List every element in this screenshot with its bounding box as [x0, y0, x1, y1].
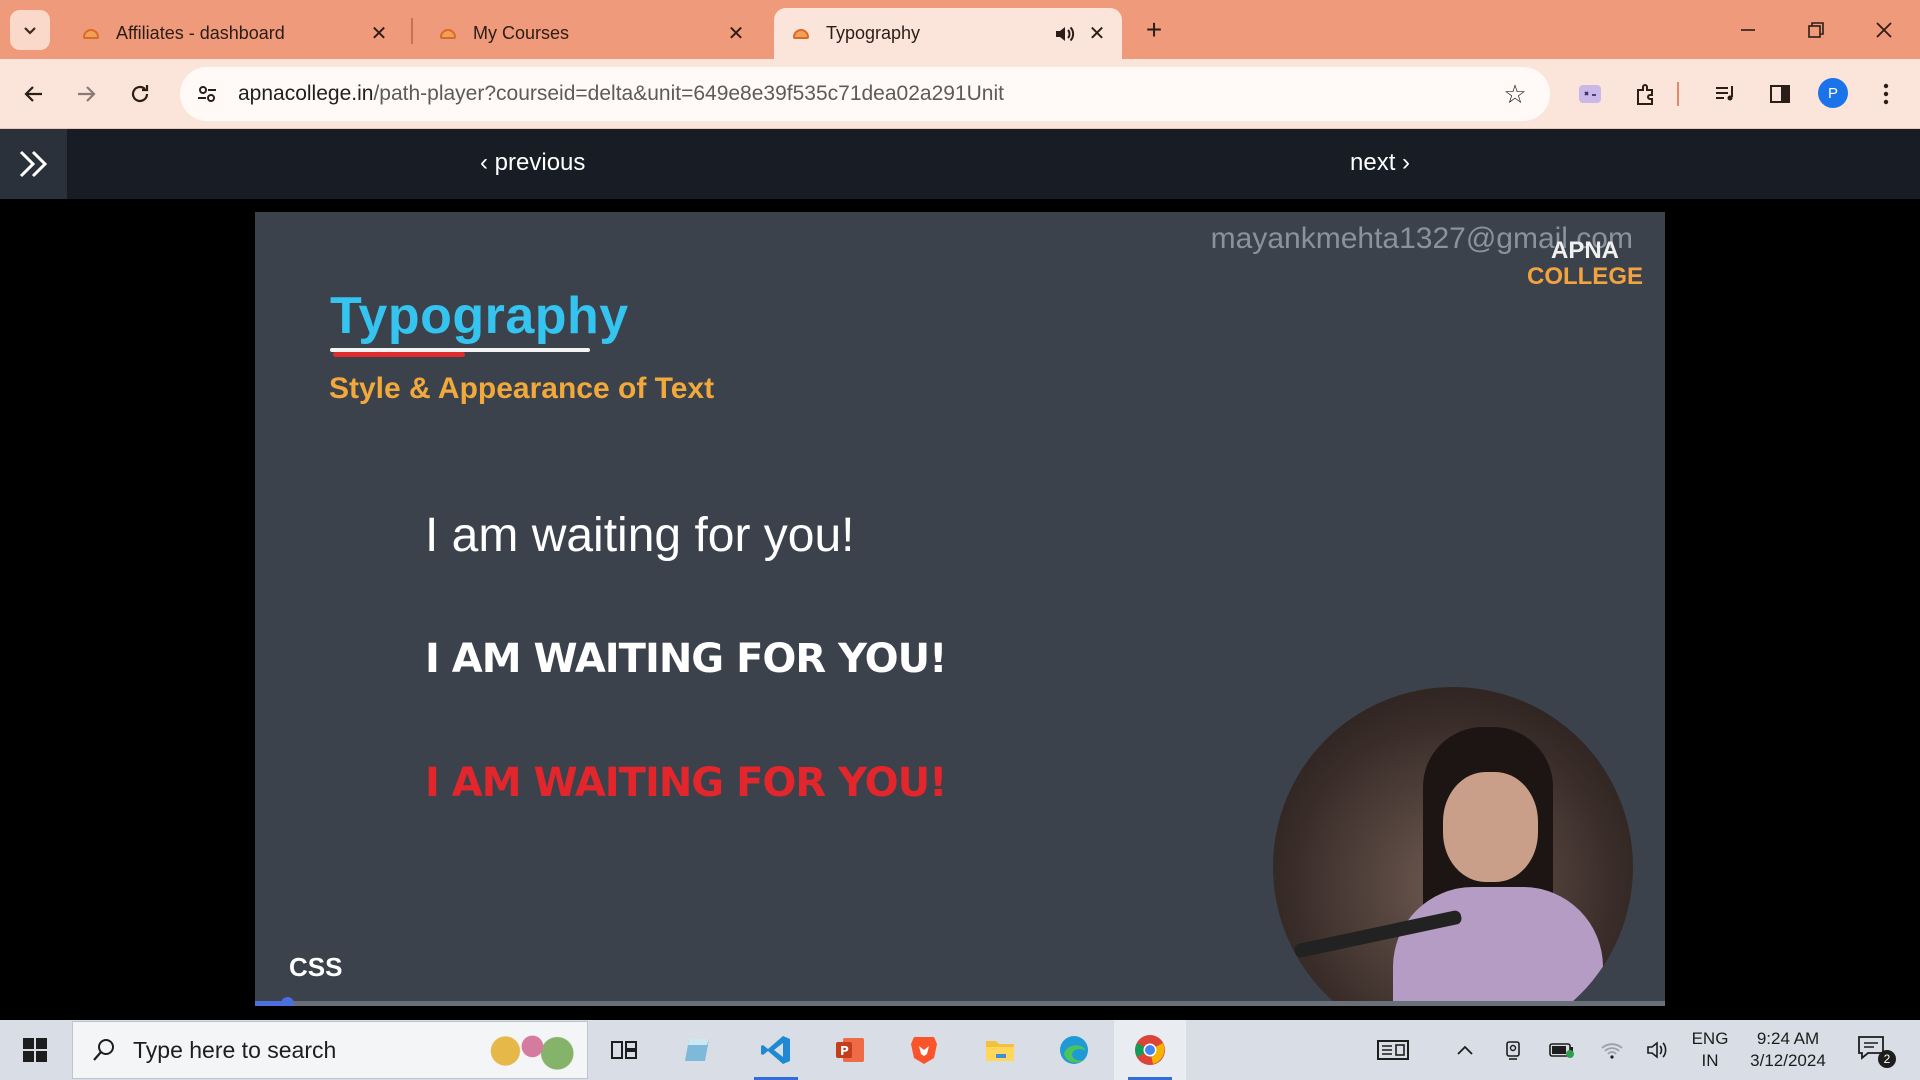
region-code: IN [1701, 1051, 1719, 1070]
site-info-button[interactable] [184, 71, 230, 117]
logo-line-2: COLLEGE [1526, 263, 1643, 290]
toolbar-separator [1672, 76, 1684, 112]
instructor-webcam [1273, 687, 1633, 1006]
example-text-decorative-red: I AM WAITING FOR YOU! [425, 760, 947, 806]
double-chevron-right-icon [19, 150, 47, 178]
chevron-down-icon [24, 27, 36, 35]
next-label: next [1350, 149, 1396, 176]
brave-icon[interactable] [888, 1020, 960, 1080]
battery-charging-icon[interactable] [1544, 1020, 1580, 1080]
file-explorer-icon[interactable] [964, 1020, 1036, 1080]
chevron-right-icon: › [1395, 149, 1411, 176]
tab-title: Typography [826, 23, 921, 43]
tab-strip: Affiliates - dashboard ✕ My Courses ✕ Ty… [0, 0, 1920, 59]
tab-search-button[interactable] [10, 10, 50, 50]
url-path: /path-player?courseid=delta&unit=649e8e3… [373, 82, 1004, 105]
close-icon [1876, 22, 1892, 38]
next-button[interactable]: next › [1350, 149, 1410, 177]
media-control-icon[interactable] [1708, 76, 1744, 112]
new-tab-button[interactable]: + [1136, 12, 1172, 48]
news-widget-icon[interactable] [1370, 1020, 1416, 1080]
windows-taskbar: Type here to search P ENG IN 9:24 AM 3/1… [0, 1020, 1920, 1080]
wifi-icon[interactable] [1594, 1020, 1630, 1080]
tune-icon [198, 86, 216, 102]
logo-line-1: APNA [1550, 237, 1619, 264]
clock-date: 3/12/2024 [1750, 1051, 1826, 1070]
apna-college-favicon-icon [790, 23, 812, 45]
notification-badge: 2 [1878, 1050, 1896, 1068]
reload-icon [131, 85, 149, 103]
clock-time: 9:24 AM [1756, 1029, 1820, 1048]
back-button[interactable] [14, 74, 54, 114]
previous-label: previous [494, 149, 586, 176]
browser-toolbar: apnacollege.in/path-player?courseid=delt… [0, 59, 1920, 129]
arrow-left-icon [24, 86, 42, 102]
url-text[interactable]: apnacollege.in/path-player?courseid=delt… [238, 82, 1004, 106]
svg-text:P: P [840, 1044, 849, 1058]
side-panel-icon[interactable] [1762, 76, 1798, 112]
taskbar-search[interactable]: Type here to search [72, 1021, 588, 1079]
reload-button[interactable] [120, 74, 160, 114]
tab-my-courses[interactable]: My Courses ✕ [421, 8, 761, 59]
previous-button[interactable]: ‹ previous [480, 149, 585, 177]
extension-puzzle-face-icon[interactable] [1572, 76, 1608, 112]
progress-handle[interactable] [281, 997, 294, 1006]
address-bar[interactable]: apnacollege.in/path-player?courseid=delt… [180, 67, 1550, 121]
expand-sidebar-button[interactable] [0, 129, 67, 199]
bookmark-star-icon[interactable]: ☆ [1500, 79, 1530, 109]
notepad-icon[interactable] [663, 1020, 735, 1080]
search-highlight-image [473, 1028, 581, 1074]
example-text-regular: I am waiting for you! [425, 509, 855, 562]
forward-button[interactable] [66, 74, 106, 114]
restore-icon [1808, 22, 1824, 38]
slide-title: Typography [330, 287, 629, 345]
vscode-icon[interactable] [740, 1020, 812, 1080]
chrome-icon[interactable] [1114, 1020, 1186, 1080]
apna-college-favicon-icon [437, 23, 459, 45]
input-language-indicator[interactable]: ENG IN [1688, 1028, 1732, 1072]
speaker-icon[interactable] [1052, 22, 1076, 46]
show-hidden-icons-chevron-up-icon[interactable] [1448, 1020, 1482, 1080]
close-window-button[interactable] [1860, 10, 1908, 50]
profile-avatar[interactable]: P [1818, 78, 1848, 108]
tab-typography[interactable]: Typography ✕ [774, 8, 1122, 59]
system-clock[interactable]: 9:24 AM 3/12/2024 [1740, 1028, 1836, 1072]
title-red-underline [333, 352, 465, 357]
menu-kebab-icon[interactable] [1868, 76, 1904, 112]
start-button[interactable] [10, 1030, 60, 1070]
apna-college-logo: APNA COLLEGE [1527, 238, 1643, 290]
close-tab-icon[interactable]: ✕ [368, 23, 390, 45]
url-host: apnacollege.in [238, 82, 374, 105]
notification-center-button[interactable]: 2 [1856, 1034, 1896, 1068]
search-icon [89, 1035, 119, 1065]
task-view-icon[interactable] [588, 1020, 660, 1080]
close-tab-icon[interactable]: ✕ [725, 23, 747, 45]
camera-privacy-icon[interactable] [1496, 1020, 1530, 1080]
minimize-button[interactable] [1724, 10, 1772, 50]
windows-logo-icon [23, 1038, 47, 1062]
restore-button[interactable] [1792, 10, 1840, 50]
language-code: ENG [1691, 1029, 1729, 1048]
minimize-icon [1741, 29, 1755, 31]
search-placeholder: Type here to search [133, 1036, 337, 1063]
progress-track[interactable] [255, 1001, 1665, 1006]
course-tag: CSS [289, 952, 343, 982]
tab-affiliates[interactable]: Affiliates - dashboard ✕ [64, 8, 404, 59]
tab-title: Affiliates - dashboard [116, 23, 285, 43]
slide-subtitle: Style & Appearance of Text [329, 372, 715, 405]
apna-college-favicon-icon [80, 23, 102, 45]
tab-separator [411, 18, 413, 44]
example-text-decorative-white: I AM WAITING FOR YOU! [425, 636, 947, 682]
course-player-nav: ‹ previous next › [0, 129, 1920, 199]
tab-title: My Courses [473, 23, 570, 43]
close-tab-icon[interactable]: ✕ [1086, 23, 1108, 45]
extensions-icon[interactable] [1628, 76, 1664, 112]
edge-icon[interactable] [1038, 1020, 1110, 1080]
video-player[interactable]: mayankmehta1327@gmail.com APNA COLLEGE T… [255, 212, 1665, 1006]
powerpoint-icon[interactable]: P [814, 1020, 886, 1080]
arrow-right-icon [78, 86, 96, 102]
chevron-left-icon: ‹ [480, 149, 495, 176]
volume-icon[interactable] [1640, 1020, 1676, 1080]
